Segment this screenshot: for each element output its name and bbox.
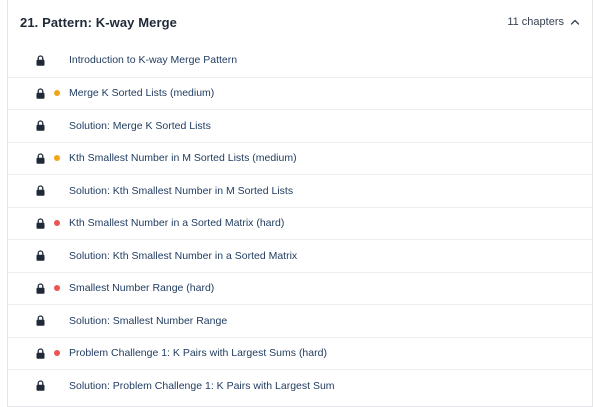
hard-difficulty-dot-icon bbox=[54, 350, 60, 357]
lock-icon bbox=[36, 218, 45, 229]
section-header[interactable]: 21. Pattern: K-way Merge 11 chapters bbox=[8, 0, 592, 44]
difficulty-slot bbox=[45, 285, 69, 292]
chapter-item-label: Smallest Number Range (hard) bbox=[69, 282, 215, 295]
chapter-list: Introduction to K-way Merge Pattern Merge… bbox=[8, 44, 592, 402]
chapter-section-panel: 21. Pattern: K-way Merge 11 chapters Int… bbox=[7, 0, 593, 407]
collapse-toggle[interactable]: 11 chapters bbox=[507, 16, 580, 28]
chapter-item[interactable]: Smallest Number Range (hard) bbox=[8, 271, 592, 305]
chapter-count: 11 chapters bbox=[507, 16, 564, 28]
medium-difficulty-dot-icon bbox=[54, 155, 60, 162]
chapter-item-label: Introduction to K-way Merge Pattern bbox=[69, 54, 238, 67]
chapter-item[interactable]: Kth Smallest Number in a Sorted Matrix (… bbox=[8, 206, 592, 240]
medium-difficulty-dot-icon bbox=[54, 90, 60, 97]
lock-icon bbox=[36, 55, 45, 66]
chapter-item-label: Merge K Sorted Lists (medium) bbox=[69, 87, 215, 100]
chapter-item[interactable]: Introduction to K-way Merge Pattern bbox=[8, 44, 592, 77]
difficulty-slot bbox=[45, 90, 69, 97]
difficulty-slot bbox=[45, 155, 69, 162]
lock-icon bbox=[36, 283, 45, 294]
chapter-item[interactable]: Solution: Problem Challenge 1: K Pairs w… bbox=[8, 369, 592, 402]
chapter-item[interactable]: Merge K Sorted Lists (medium) bbox=[8, 76, 592, 110]
chapter-item-label: Kth Smallest Number in a Sorted Matrix (… bbox=[69, 217, 285, 230]
chapter-item[interactable]: Kth Smallest Number in M Sorted Lists (m… bbox=[8, 141, 592, 175]
chapter-item-label: Solution: Kth Smallest Number in a Sorte… bbox=[69, 249, 298, 262]
lock-icon bbox=[36, 153, 45, 164]
difficulty-slot bbox=[45, 220, 69, 227]
lock-icon bbox=[36, 315, 45, 327]
lock-icon bbox=[36, 185, 45, 197]
chapter-item-label: Solution: Merge K Sorted Lists bbox=[69, 119, 211, 132]
lock-icon bbox=[36, 88, 45, 99]
chapter-item[interactable]: Solution: Merge K Sorted Lists bbox=[8, 109, 592, 142]
chapter-item[interactable]: Solution: Kth Smallest Number in M Sorte… bbox=[8, 174, 592, 207]
lock-icon bbox=[36, 348, 45, 359]
difficulty-slot bbox=[45, 350, 69, 357]
chapter-item-label: Solution: Problem Challenge 1: K Pairs w… bbox=[69, 379, 335, 392]
lock-icon bbox=[36, 120, 45, 132]
chapter-item[interactable]: Problem Challenge 1: K Pairs with Larges… bbox=[8, 336, 592, 370]
lock-icon bbox=[36, 250, 45, 262]
chapter-item-label: Solution: Kth Smallest Number in M Sorte… bbox=[69, 184, 294, 197]
hard-difficulty-dot-icon bbox=[54, 285, 60, 292]
chapter-item[interactable]: Solution: Kth Smallest Number in a Sorte… bbox=[8, 239, 592, 272]
chapter-item-label: Solution: Smallest Number Range bbox=[69, 314, 228, 327]
chevron-up-icon bbox=[570, 19, 580, 25]
hard-difficulty-dot-icon bbox=[54, 220, 60, 227]
chapter-item-label: Kth Smallest Number in M Sorted Lists (m… bbox=[69, 152, 297, 165]
section-title: 21. Pattern: K-way Merge bbox=[20, 14, 178, 30]
lock-icon bbox=[36, 380, 45, 392]
chapter-item[interactable]: Solution: Smallest Number Range bbox=[8, 304, 592, 337]
chapter-item-label: Problem Challenge 1: K Pairs with Larges… bbox=[69, 347, 327, 360]
